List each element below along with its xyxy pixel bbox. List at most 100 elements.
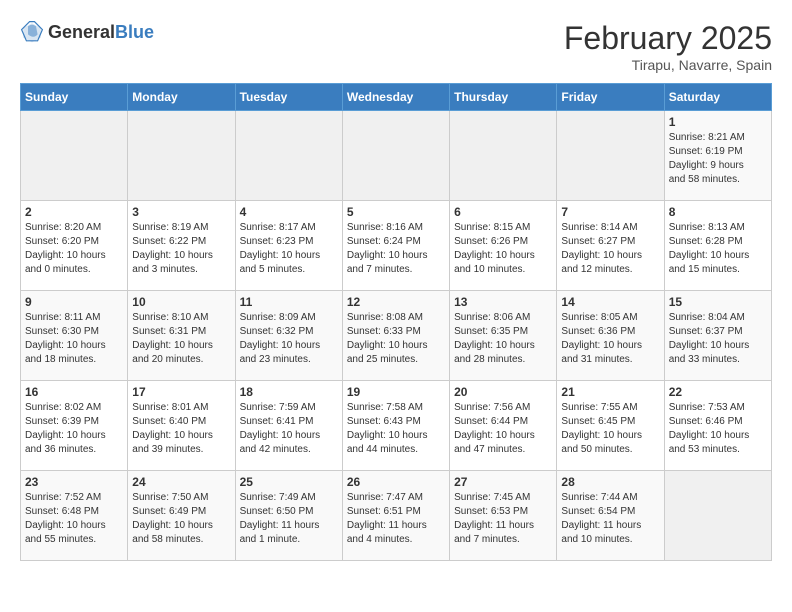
day-info: Sunrise: 8:21 AM Sunset: 6:19 PM Dayligh… (669, 131, 767, 187)
day-number: 3 (132, 205, 230, 219)
day-cell: 12Sunrise: 8:08 AM Sunset: 6:33 PM Dayli… (342, 291, 449, 381)
logo: GeneralBlue (20, 20, 154, 44)
day-number: 1 (669, 115, 767, 129)
day-cell (664, 471, 771, 561)
logo-general-text: General (48, 22, 115, 42)
day-header-thursday: Thursday (450, 84, 557, 111)
day-number: 26 (347, 475, 445, 489)
day-cell: 28 Sunrise: 7:44 AM Sunset: 6:54 PM Dayli… (557, 471, 664, 561)
title-block: February 2025 Tirapu, Navarre, Spain (564, 20, 772, 73)
day-info: Sunrise: 7:44 AM Sunset: 6:54 PM Dayligh… (561, 491, 659, 547)
day-cell: 17 Sunrise: 8:01 AM Sunset: 6:40 PM Dayli… (128, 381, 235, 471)
page-header: GeneralBlue February 2025 Tirapu, Navarr… (20, 20, 772, 73)
day-number: 4 (240, 205, 338, 219)
location: Tirapu, Navarre, Spain (564, 57, 772, 73)
day-number: 10 (132, 295, 230, 309)
day-number: 24 (132, 475, 230, 489)
day-cell: 13Sunrise: 8:06 AM Sunset: 6:35 PM Dayli… (450, 291, 557, 381)
day-number: 9 (25, 295, 123, 309)
day-cell: 24 Sunrise: 7:50 AM Sunset: 6:49 PM Dayli… (128, 471, 235, 561)
day-info: Sunrise: 7:58 AM Sunset: 6:43 PM Dayligh… (347, 401, 445, 457)
day-number: 15 (669, 295, 767, 309)
day-number: 18 (240, 385, 338, 399)
day-number: 17 (132, 385, 230, 399)
day-cell: 19 Sunrise: 7:58 AM Sunset: 6:43 PM Dayli… (342, 381, 449, 471)
day-cell: 26 Sunrise: 7:47 AM Sunset: 6:51 PM Dayli… (342, 471, 449, 561)
day-info: Sunrise: 8:06 AM Sunset: 6:35 PM Dayligh… (454, 311, 552, 367)
day-info: Sunrise: 7:52 AM Sunset: 6:48 PM Dayligh… (25, 491, 123, 547)
day-cell: 23 Sunrise: 7:52 AM Sunset: 6:48 PM Dayli… (21, 471, 128, 561)
day-info: Sunrise: 8:20 AM Sunset: 6:20 PM Dayligh… (25, 221, 123, 277)
day-number: 2 (25, 205, 123, 219)
day-number: 27 (454, 475, 552, 489)
day-number: 19 (347, 385, 445, 399)
day-info: Sunrise: 7:49 AM Sunset: 6:50 PM Dayligh… (240, 491, 338, 547)
day-cell: 2 Sunrise: 8:20 AM Sunset: 6:20 PM Daylig… (21, 201, 128, 291)
day-info: Sunrise: 7:50 AM Sunset: 6:49 PM Dayligh… (132, 491, 230, 547)
day-number: 7 (561, 205, 659, 219)
week-row-2: 2 Sunrise: 8:20 AM Sunset: 6:20 PM Daylig… (21, 201, 772, 291)
day-number: 28 (561, 475, 659, 489)
logo-icon (20, 20, 44, 44)
day-header-monday: Monday (128, 84, 235, 111)
day-info: Sunrise: 7:53 AM Sunset: 6:46 PM Dayligh… (669, 401, 767, 457)
day-cell: 10 Sunrise: 8:10 AM Sunset: 6:31 PM Dayli… (128, 291, 235, 381)
day-info: Sunrise: 8:02 AM Sunset: 6:39 PM Dayligh… (25, 401, 123, 457)
week-row-1: 1 Sunrise: 8:21 AM Sunset: 6:19 PM Daylig… (21, 111, 772, 201)
day-cell: 9 Sunrise: 8:11 AM Sunset: 6:30 PM Daylig… (21, 291, 128, 381)
day-cell (342, 111, 449, 201)
day-number: 11 (240, 295, 338, 309)
day-info: Sunrise: 7:55 AM Sunset: 6:45 PM Dayligh… (561, 401, 659, 457)
logo-blue-text: Blue (115, 22, 154, 42)
day-info: Sunrise: 8:08 AM Sunset: 6:33 PM Dayligh… (347, 311, 445, 367)
day-cell: 14 Sunrise: 8:05 AM Sunset: 6:36 PM Dayli… (557, 291, 664, 381)
day-info: Sunrise: 8:10 AM Sunset: 6:31 PM Dayligh… (132, 311, 230, 367)
day-cell: 27Sunrise: 7:45 AM Sunset: 6:53 PM Dayli… (450, 471, 557, 561)
day-info: Sunrise: 8:05 AM Sunset: 6:36 PM Dayligh… (561, 311, 659, 367)
day-cell: 3Sunrise: 8:19 AM Sunset: 6:22 PM Daylig… (128, 201, 235, 291)
week-row-4: 16 Sunrise: 8:02 AM Sunset: 6:39 PM Dayli… (21, 381, 772, 471)
day-info: Sunrise: 8:09 AM Sunset: 6:32 PM Dayligh… (240, 311, 338, 367)
day-info: Sunrise: 8:16 AM Sunset: 6:24 PM Dayligh… (347, 221, 445, 277)
week-row-5: 23 Sunrise: 7:52 AM Sunset: 6:48 PM Dayli… (21, 471, 772, 561)
day-info: Sunrise: 8:15 AM Sunset: 6:26 PM Dayligh… (454, 221, 552, 277)
day-cell: 20 Sunrise: 7:56 AM Sunset: 6:44 PM Dayli… (450, 381, 557, 471)
day-header-tuesday: Tuesday (235, 84, 342, 111)
day-info: Sunrise: 7:59 AM Sunset: 6:41 PM Dayligh… (240, 401, 338, 457)
day-cell: 7 Sunrise: 8:14 AM Sunset: 6:27 PM Daylig… (557, 201, 664, 291)
day-number: 25 (240, 475, 338, 489)
day-number: 20 (454, 385, 552, 399)
day-info: Sunrise: 8:17 AM Sunset: 6:23 PM Dayligh… (240, 221, 338, 277)
day-cell (21, 111, 128, 201)
day-cell: 4 Sunrise: 8:17 AM Sunset: 6:23 PM Daylig… (235, 201, 342, 291)
day-header-saturday: Saturday (664, 84, 771, 111)
day-info: Sunrise: 7:47 AM Sunset: 6:51 PM Dayligh… (347, 491, 445, 547)
day-number: 6 (454, 205, 552, 219)
day-cell: 15 Sunrise: 8:04 AM Sunset: 6:37 PM Dayli… (664, 291, 771, 381)
day-cell: 8 Sunrise: 8:13 AM Sunset: 6:28 PM Daylig… (664, 201, 771, 291)
day-cell: 25 Sunrise: 7:49 AM Sunset: 6:50 PM Dayli… (235, 471, 342, 561)
day-cell (450, 111, 557, 201)
day-cell (557, 111, 664, 201)
day-number: 23 (25, 475, 123, 489)
day-number: 8 (669, 205, 767, 219)
day-number: 16 (25, 385, 123, 399)
day-header-wednesday: Wednesday (342, 84, 449, 111)
month-title: February 2025 (564, 20, 772, 57)
day-info: Sunrise: 8:14 AM Sunset: 6:27 PM Dayligh… (561, 221, 659, 277)
day-info: Sunrise: 8:11 AM Sunset: 6:30 PM Dayligh… (25, 311, 123, 367)
day-cell: 11 Sunrise: 8:09 AM Sunset: 6:32 PM Dayli… (235, 291, 342, 381)
day-cell: 16 Sunrise: 8:02 AM Sunset: 6:39 PM Dayli… (21, 381, 128, 471)
day-info: Sunrise: 8:01 AM Sunset: 6:40 PM Dayligh… (132, 401, 230, 457)
day-cell: 1 Sunrise: 8:21 AM Sunset: 6:19 PM Daylig… (664, 111, 771, 201)
day-info: Sunrise: 8:04 AM Sunset: 6:37 PM Dayligh… (669, 311, 767, 367)
day-cell: 21 Sunrise: 7:55 AM Sunset: 6:45 PM Dayli… (557, 381, 664, 471)
day-cell: 22 Sunrise: 7:53 AM Sunset: 6:46 PM Dayli… (664, 381, 771, 471)
calendar-header-row: SundayMondayTuesdayWednesdayThursdayFrid… (21, 84, 772, 111)
day-info: Sunrise: 7:56 AM Sunset: 6:44 PM Dayligh… (454, 401, 552, 457)
day-number: 21 (561, 385, 659, 399)
day-info: Sunrise: 8:13 AM Sunset: 6:28 PM Dayligh… (669, 221, 767, 277)
day-number: 22 (669, 385, 767, 399)
day-cell (235, 111, 342, 201)
day-number: 14 (561, 295, 659, 309)
